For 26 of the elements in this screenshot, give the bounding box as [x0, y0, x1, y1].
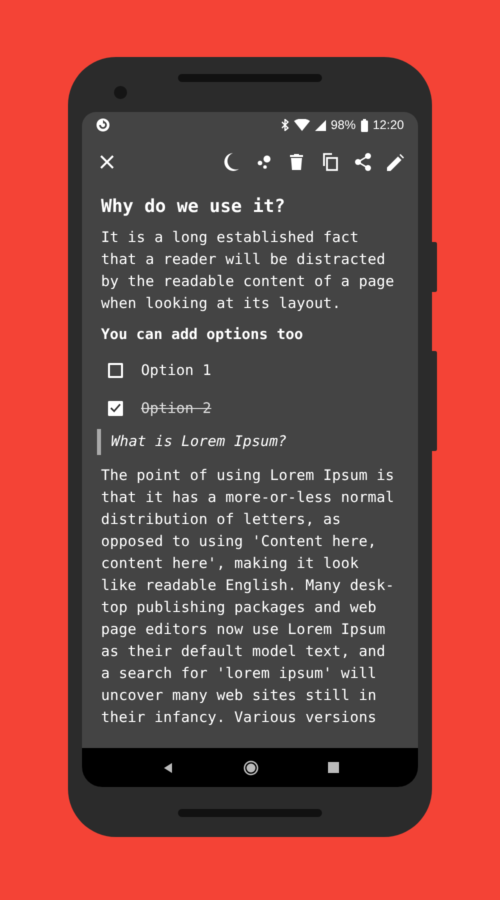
dots-icon: [256, 155, 272, 169]
status-time: 12:20: [372, 118, 404, 132]
battery-icon: [360, 118, 368, 132]
bluetooth-icon: [280, 119, 289, 131]
close-icon: [100, 155, 114, 169]
checkbox[interactable]: [108, 400, 123, 416]
note-paragraph: The point of using Lorem Ipsum is that it has a more-or-less normal distribution of letters, as opposed to using 'Content here, content here', making it look like readable English. Many desk- top publishing packages and web page editors now use Lorem Ipsum as their default model text, and a search for 'lorem ipsum' will uncover many web sites still in their infancy. Various versions: [101, 466, 396, 728]
app-notification-icon: [96, 118, 110, 132]
recents-icon[interactable]: [328, 762, 338, 773]
battery-percentage: 98%: [330, 118, 356, 132]
checklist-item: Option 2: [141, 400, 212, 416]
signal-icon: [314, 120, 326, 130]
moon-icon: [222, 153, 238, 171]
note-subheading: You can add options too: [101, 326, 304, 343]
back-icon[interactable]: [162, 762, 174, 774]
checklist-item: Option 1: [141, 362, 212, 378]
checkbox[interactable]: [108, 362, 123, 378]
copy-icon: [322, 153, 338, 171]
block-quote: What is Lorem Ipsum?: [97, 429, 402, 455]
trash-icon: [290, 154, 303, 170]
note-title: Why do we use it?: [101, 196, 286, 217]
note-paragraph: It is a long established fact that a reader will be distracted by the readable content of a page when looking at its layout.: [101, 228, 396, 314]
wifi-icon: [294, 119, 310, 131]
pencil-icon: [387, 154, 404, 170]
share-icon: [354, 153, 370, 171]
home-icon[interactable]: [242, 760, 258, 776]
